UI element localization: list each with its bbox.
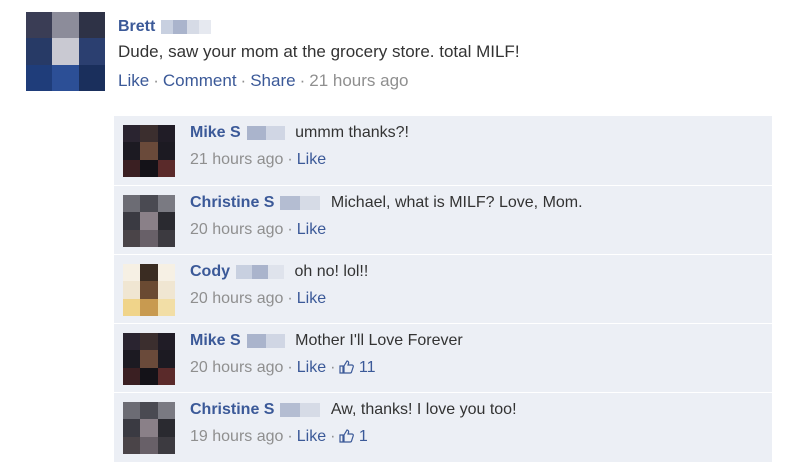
comment-author-name[interactable]: Christine S (190, 194, 274, 211)
avatar[interactable] (123, 264, 175, 316)
redacted-surname-icon (236, 265, 284, 279)
thumbs-up-icon (339, 360, 355, 374)
comment-text: Aw, thanks! I love you too! (330, 401, 517, 418)
pixelated-avatar-icon (123, 195, 175, 247)
separator: · (330, 428, 336, 445)
comment-text: ummm thanks?! (295, 124, 409, 141)
like-count-value: 1 (358, 428, 368, 445)
like-count[interactable]: 1 (339, 428, 368, 445)
comment-item: Christine S Michael, what is MILF? Love,… (114, 185, 772, 253)
separator: · (287, 221, 293, 238)
comment-like-link[interactable]: Like (297, 428, 326, 445)
pixelated-avatar-icon (123, 125, 175, 177)
comment-text: Mother I'll Love Forever (295, 332, 463, 349)
post-actions: Like · Comment · Share · 21 hours ago (118, 71, 786, 91)
comment-author-name[interactable]: Mike S (190, 332, 241, 349)
avatar[interactable] (26, 12, 105, 91)
comment-like-link[interactable]: Like (297, 151, 326, 168)
like-count-value: 11 (358, 359, 376, 376)
post-author-name[interactable]: Brett (118, 18, 155, 35)
like-count[interactable]: 11 (339, 359, 375, 376)
comment-text: oh no! lol!! (294, 263, 369, 280)
avatar[interactable] (123, 333, 175, 385)
comment-item: Cody oh no! lol!! 20 hours ago · Like (114, 254, 772, 322)
post-text: Dude, saw your mom at the grocery store.… (118, 42, 520, 61)
separator: · (287, 428, 293, 445)
pixelated-avatar-icon (26, 12, 105, 91)
avatar[interactable] (123, 402, 175, 454)
post: Brett Dude, saw your mom at the grocery … (26, 12, 786, 112)
separator: · (287, 290, 293, 307)
separator: · (299, 71, 306, 90)
comment-like-link[interactable]: Like (297, 290, 326, 307)
pixelated-avatar-icon (123, 264, 175, 316)
redacted-surname-icon (280, 403, 321, 417)
redacted-surname-icon (161, 20, 212, 34)
comment-item: Christine S Aw, thanks! I love you too! … (114, 392, 772, 460)
separator: · (240, 71, 247, 90)
comment-timestamp[interactable]: 20 hours ago (190, 359, 283, 376)
comment-item: Mike S ummm thanks?! 21 hours ago · Like (114, 115, 772, 183)
comment-author-name[interactable]: Cody (190, 263, 230, 280)
comment-timestamp[interactable]: 21 hours ago (190, 151, 283, 168)
comment-timestamp[interactable]: 20 hours ago (190, 290, 283, 307)
comment-timestamp[interactable]: 19 hours ago (190, 428, 283, 445)
separator: · (287, 359, 293, 376)
comment-text: Michael, what is MILF? Love, Mom. (330, 194, 583, 211)
pixelated-avatar-icon (123, 402, 175, 454)
separator: · (330, 359, 336, 376)
comment-like-link[interactable]: Like (297, 221, 326, 238)
comment-timestamp[interactable]: 20 hours ago (190, 221, 283, 238)
separator: · (153, 71, 159, 90)
post-timestamp[interactable]: 21 hours ago (309, 71, 408, 90)
comment-author-name[interactable]: Mike S (190, 124, 241, 141)
share-link[interactable]: Share (250, 71, 295, 90)
comments-list: Mike S ummm thanks?! 21 hours ago·Like (114, 115, 772, 462)
like-link[interactable]: Like (118, 71, 149, 90)
redacted-surname-icon (280, 196, 321, 210)
thumbs-up-icon (339, 429, 355, 443)
avatar[interactable] (123, 195, 175, 247)
comment-like-link[interactable]: Like (297, 359, 326, 376)
pixelated-avatar-icon (123, 333, 175, 385)
comment-author-name[interactable]: Christine S (190, 401, 274, 418)
redacted-surname-icon (246, 126, 285, 140)
avatar[interactable] (123, 125, 175, 177)
redacted-surname-icon (246, 334, 285, 348)
comment-item: Mike S Mother I'll Love Forever 20 hours… (114, 323, 772, 391)
comment-link[interactable]: Comment (163, 71, 237, 90)
separator: · (287, 151, 293, 168)
